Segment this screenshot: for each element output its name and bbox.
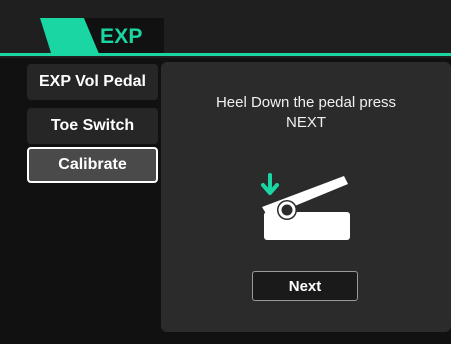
tab-label: EXP [100, 25, 143, 48]
pedal-heel-down-icon [260, 171, 354, 245]
calibration-panel: Heel Down the pedal press NEXT Next [161, 62, 451, 332]
tab-exp[interactable]: EXP [40, 18, 164, 56]
instruction-line-1: Heel Down the pedal press [215, 94, 397, 111]
sidebar-item-toe-switch[interactable]: Toe Switch [27, 108, 158, 144]
next-button[interactable]: Next [252, 271, 358, 301]
expression-pedal-screen: EXP EXP Vol Pedal Toe Switch Calibrate H… [0, 0, 451, 344]
header-divider [0, 53, 451, 56]
sidebar-item-calibrate[interactable]: Calibrate [27, 147, 158, 183]
header-bar: EXP [0, 0, 451, 58]
instruction-line-2: NEXT [285, 114, 326, 131]
sidebar-item-exp-vol-pedal[interactable]: EXP Vol Pedal [27, 64, 158, 100]
